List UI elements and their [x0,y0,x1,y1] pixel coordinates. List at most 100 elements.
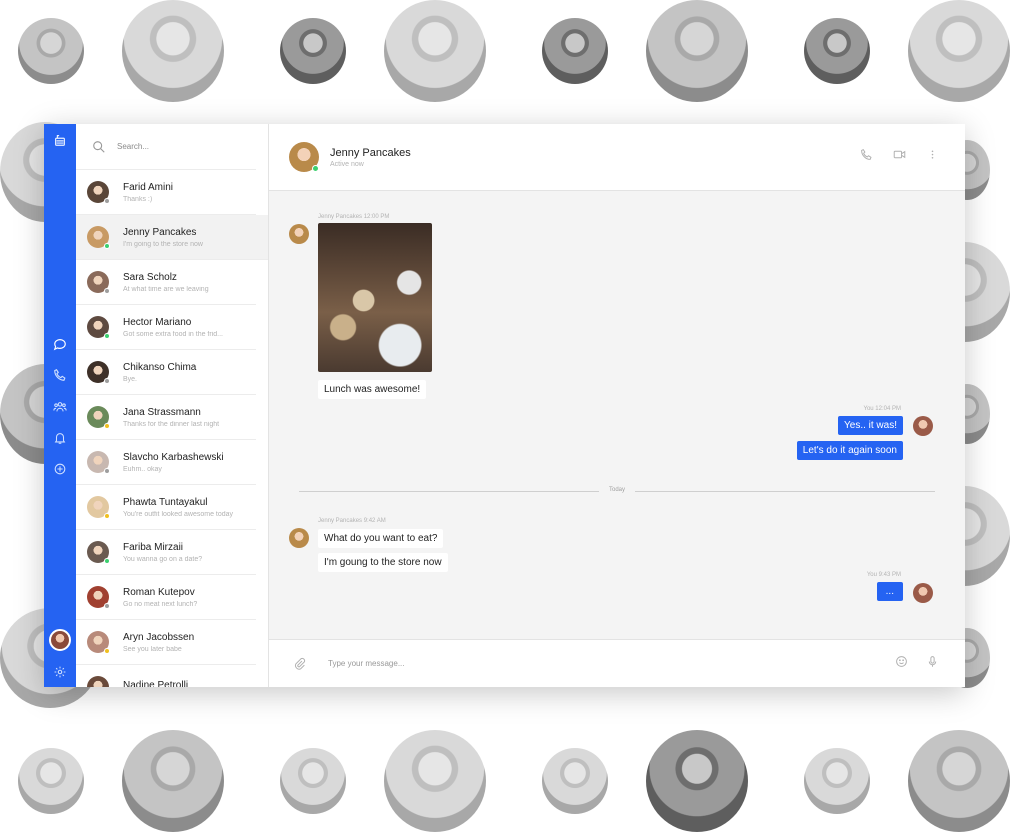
chat-bubble-icon[interactable] [52,336,68,352]
message-meta: You 12:04 PM [863,406,901,412]
contact-last-message: I'm going to the store now [123,240,203,248]
message-avatar [289,224,309,244]
contact-avatar [87,271,110,294]
search-icon [92,140,106,154]
online-status-dot [312,165,319,172]
message-composer [269,639,965,687]
chat-panel: Jenny Pancakes Active now Jenny Pancakes… [269,124,965,687]
phone-icon[interactable] [52,367,68,383]
presence-status-dot [104,558,110,564]
background-portrait [646,0,748,102]
search-input[interactable] [115,141,239,152]
presence-status-dot [104,603,110,609]
microphone-icon[interactable] [926,655,939,673]
contact-list-item[interactable]: Roman Kutepov Go no meat next lunch? [76,575,256,620]
date-divider: Today [299,487,935,493]
contact-list-item[interactable]: Jenny Pancakes I'm going to the store now [76,215,268,260]
contact-rows: Farid Amini Thanks :) Jenny Pancakes I'm go… [76,170,268,687]
emoji-icon[interactable] [895,655,908,673]
nav-rail [44,124,76,687]
app-logo-icon[interactable] [52,132,68,148]
background-portrait [804,748,870,814]
presence-status-dot [104,243,110,249]
message-avatar [913,416,933,436]
current-user-avatar[interactable] [49,629,71,651]
divider-line [299,491,599,492]
incoming-message: I'm goung to the store now [318,553,448,572]
presence-status-dot [104,423,110,429]
bell-icon[interactable] [52,430,68,446]
contact-name: Fariba Mirzaii [123,541,184,553]
contact-list-item[interactable]: Farid Amini Thanks :) [76,170,256,215]
message-avatar [289,528,309,548]
contact-list-item[interactable]: Jana Strassmann Thanks for the dinner las… [76,395,256,440]
contact-name: Roman Kutepov [123,586,195,598]
shared-photo[interactable] [318,223,432,372]
video-call-icon[interactable] [893,148,906,161]
voice-call-icon[interactable] [860,148,873,161]
chat-contact-avatar[interactable] [289,142,319,172]
contact-list-item[interactable]: Slavcho Karbashewski Euhm.. okay [76,440,256,485]
contact-list-item[interactable]: Phawta Tuntayakul You're outfit looked aw… [76,485,256,530]
contact-name: Jenny Pancakes [123,226,197,238]
background-portrait [280,18,346,84]
contact-avatar [87,181,110,204]
contact-list-item[interactable]: Sara Scholz At what time are we leaving [76,260,256,305]
contact-list-panel: Farid Amini Thanks :) Jenny Pancakes I'm go… [76,124,269,687]
background-portrait [18,748,84,814]
contact-avatar [87,361,110,384]
presence-status-dot [104,378,110,384]
contact-name: Farid Amini [123,181,174,193]
contact-name: Hector Mariano [123,316,192,328]
contact-avatar [87,586,110,609]
attachment-icon[interactable] [293,657,306,670]
outgoing-message: Yes.. it was! [838,416,903,435]
contact-name: Jana Strassmann [123,406,201,418]
contact-list-item[interactable]: Fariba Mirzaii You wanna go on a date? [76,530,256,575]
presence-status-dot [104,333,110,339]
background-portrait [384,0,486,102]
background-portrait [804,18,870,84]
presence-status-dot [104,288,110,294]
chat-contact-name: Jenny Pancakes [330,146,411,159]
contact-last-message: Got some extra food in the frid... [123,330,223,338]
outgoing-message: Let's do it again soon [796,441,903,460]
contact-list-item[interactable]: Hector Mariano Got some extra food in the… [76,305,256,350]
date-divider-label: Today [608,487,626,493]
contact-last-message: You wanna go on a date? [123,555,203,563]
add-circle-icon[interactable] [52,461,68,477]
incoming-message: Lunch was awesome! [318,380,427,399]
contact-avatar [87,451,110,474]
settings-gear-icon[interactable] [52,664,68,680]
message-input[interactable] [326,658,730,669]
background-portrait [542,18,608,84]
contact-name: Nadine Petrolli [123,680,189,687]
chat-header: Jenny Pancakes Active now [269,124,965,191]
contact-name: Phawta Tuntayakul [123,496,208,508]
divider-line [635,491,935,492]
background-portrait [646,730,748,832]
background-portrait [542,748,608,814]
chat-contact-status: Active now [330,160,364,168]
background-portrait [122,0,224,102]
background-portrait [280,748,346,814]
contact-avatar [87,676,109,687]
contact-list-item[interactable]: Nadine Petrolli [76,665,256,687]
message-thread: Jenny Pancakes 12:00 PM Lunch was awesom… [269,191,965,639]
contact-last-message: Thanks :) [123,195,153,203]
messenger-window: Farid Amini Thanks :) Jenny Pancakes I'm go… [44,124,965,687]
typing-message: ... [876,582,903,601]
contact-last-message: Euhm.. okay [123,465,162,473]
contact-list-item[interactable]: Chikanso Chima Bye. [76,350,256,395]
contact-avatar [87,496,110,519]
background-portrait [384,730,486,832]
message-meta: You 9:43 PM [866,572,901,578]
more-options-icon[interactable] [926,148,939,161]
group-icon[interactable] [52,399,68,415]
contact-last-message: Bye. [123,375,138,383]
contact-list-item[interactable]: Aryn Jacobssen See you later babe [76,620,256,665]
search-bar [76,124,256,170]
contact-avatar [87,541,110,564]
message-meta: Jenny Pancakes 12:00 PM [318,214,390,220]
contact-last-message: See you later babe [123,645,182,653]
